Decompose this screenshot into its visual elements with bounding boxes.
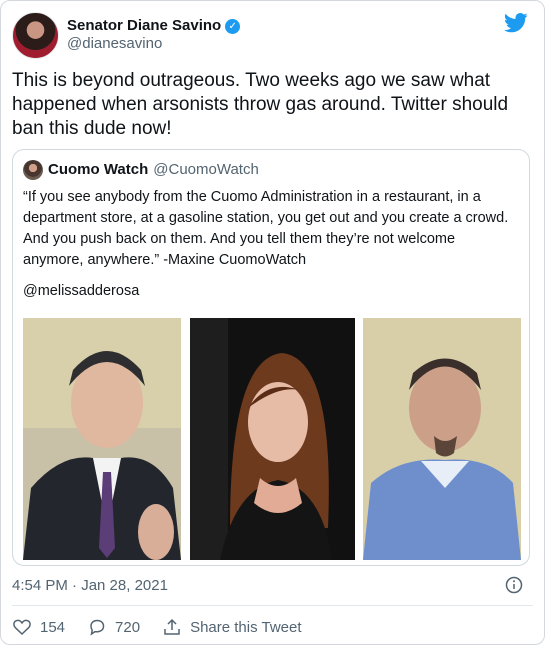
quoted-text: “If you see anybody from the Cuomo Admin… [23,189,509,268]
quoted-tweet[interactable]: Cuomo Watch @CuomoWatch “If you see anyb… [12,149,530,566]
action-divider [12,605,533,606]
reply-icon [90,619,105,636]
author-name-block: Senator Diane Savino ✓ @dianesavino [67,17,241,53]
like-button[interactable]: 154 [12,617,65,637]
quoted-mention[interactable]: @melissadderosa [23,281,139,302]
author-display-name-row[interactable]: Senator Diane Savino ✓ [67,17,241,35]
share-label: Share this Tweet [190,618,302,636]
twitter-bird-icon[interactable] [504,13,528,33]
quoted-handle[interactable]: @CuomoWatch [153,160,259,180]
share-icon [164,618,180,635]
tweet-text: This is beyond outrageous. Two weeks ago… [12,70,509,139]
author-display-name[interactable]: Senator Diane Savino [67,17,221,35]
man-in-suit-photo[interactable] [23,318,181,560]
like-count: 154 [40,618,66,636]
quoted-display-name[interactable]: Cuomo Watch [48,160,148,180]
info-icon[interactable] [505,576,523,594]
verified-badge-icon: ✓ [225,18,241,34]
tweet-card: Senator Diane Savino ✓ @dianesavino This… [0,0,545,645]
share-button[interactable]: Share this Tweet [162,617,302,637]
quoted-avatar[interactable] [23,160,43,180]
tweet-timestamp[interactable]: 4:54 PM · Jan 28, 2021 [12,576,168,596]
reply-count: 720 [115,618,141,636]
reply-button[interactable]: 720 [87,617,140,637]
tweet-author[interactable]: Senator Diane Savino ✓ @dianesavino [12,11,241,59]
woman-portrait-photo[interactable] [190,318,355,560]
quoted-tweet-header: Cuomo Watch @CuomoWatch [23,160,259,180]
man-blue-shirt-photo[interactable] [363,318,521,560]
profile-avatar[interactable] [12,11,59,59]
heart-icon [13,619,31,636]
quoted-photos[interactable] [23,318,521,560]
tweet-actions: 154 720 Share this Tweet [12,616,324,638]
author-handle[interactable]: @dianesavino [67,35,240,53]
